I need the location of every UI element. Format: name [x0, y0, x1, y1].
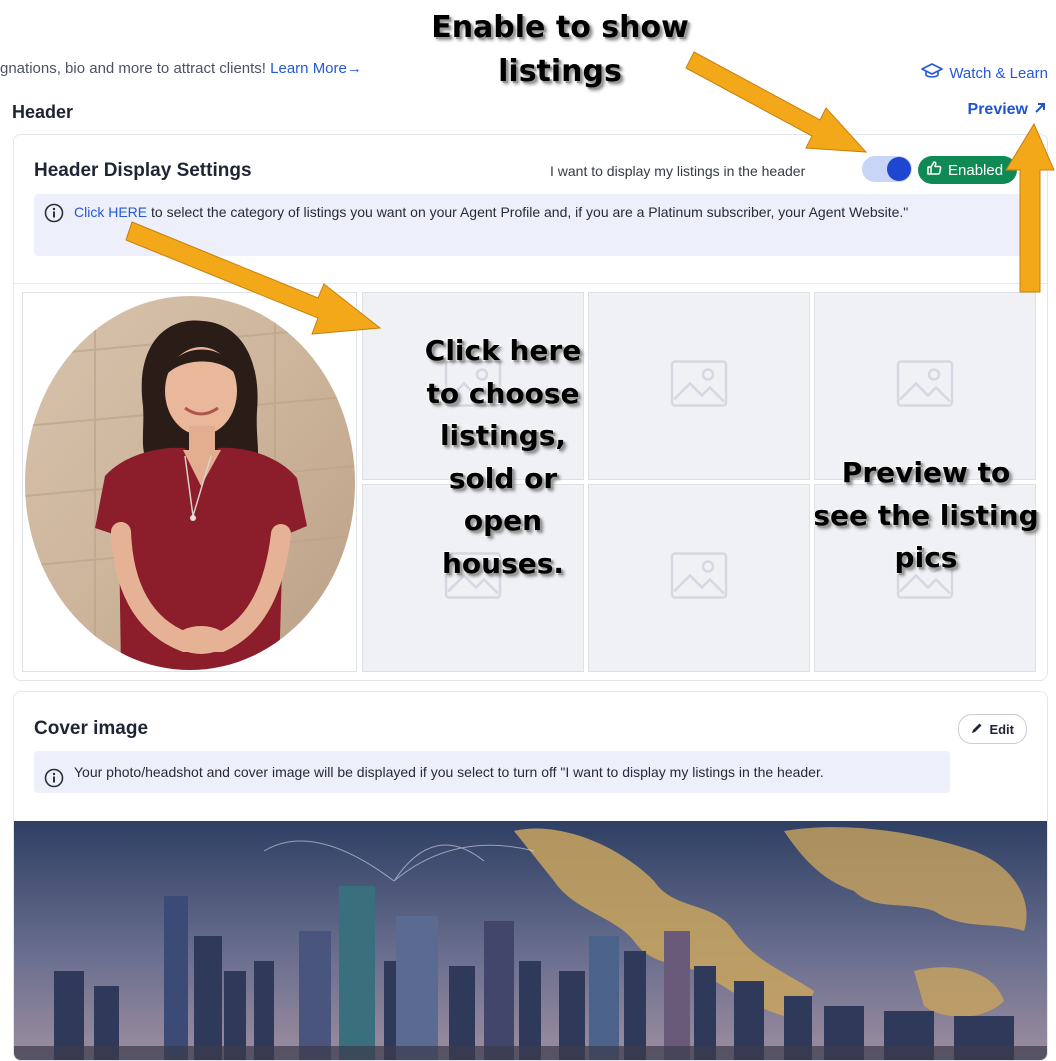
listing-thumb-6[interactable] [814, 484, 1036, 672]
learn-more-link[interactable]: Learn More→ [270, 60, 362, 77]
info-icon [44, 203, 64, 229]
watch-learn-link[interactable]: Watch & Learn [921, 62, 1048, 84]
preview-label: Preview [967, 101, 1028, 118]
enabled-label: Enabled [948, 161, 1004, 179]
intro-line: gnations, bio and more to attract client… [0, 60, 362, 77]
toggle-knob [887, 157, 911, 181]
graduation-cap-icon [921, 62, 944, 84]
cover-info-text: Your photo/headshot and cover image will… [74, 764, 824, 780]
listing-thumb-1[interactable] [362, 292, 584, 480]
cover-image [14, 821, 1047, 1060]
edit-button[interactable]: Edit [958, 714, 1027, 744]
click-here-link[interactable]: Click HERE [74, 204, 147, 220]
enabled-badge: Enabled [918, 156, 1018, 184]
listing-thumb-2[interactable] [588, 292, 810, 480]
image-placeholder-icon [444, 360, 502, 413]
agent-headshot [25, 296, 355, 670]
toggle-label: I want to display my listings in the hea… [550, 163, 806, 179]
preview-link[interactable]: Preview [968, 101, 1046, 119]
header-display-head: Header Display Settings I want to displa… [14, 135, 1047, 284]
thumbs-up-icon [926, 160, 942, 180]
pencil-icon [971, 722, 983, 737]
cover-image-card: Cover image Edit Your photo/headshot and… [13, 691, 1048, 1061]
image-placeholder-icon [670, 552, 728, 605]
image-placeholder-icon [896, 552, 954, 605]
watch-learn-label: Watch & Learn [949, 64, 1048, 82]
image-placeholder-icon [896, 360, 954, 413]
info-icon [44, 762, 64, 804]
image-placeholder-icon [444, 552, 502, 605]
cover-info-box: Your photo/headshot and cover image will… [34, 751, 950, 793]
agent-photo-cell [22, 292, 357, 672]
annotation-enable: Enable to show listings [430, 9, 690, 90]
header-gallery [22, 292, 1038, 672]
listing-thumb-5[interactable] [588, 484, 810, 672]
header-info-box: Click HERE to select the category of lis… [34, 194, 1024, 256]
display-listings-toggle[interactable] [862, 156, 912, 182]
listing-thumb-3[interactable] [814, 292, 1036, 480]
cover-image-title: Cover image [34, 718, 149, 739]
listing-thumb-4[interactable] [362, 484, 584, 672]
edit-label: Edit [989, 721, 1014, 737]
header-info-text: to select the category of listings you w… [147, 204, 909, 220]
intro-text: gnations, bio and more to attract client… [0, 60, 271, 77]
header-display-card: Header Display Settings I want to displa… [13, 134, 1048, 681]
header-display-title: Header Display Settings [34, 160, 252, 181]
image-placeholder-icon [670, 360, 728, 413]
arrow-up-right-icon [1034, 101, 1046, 119]
header-section-title: Header [12, 102, 74, 122]
